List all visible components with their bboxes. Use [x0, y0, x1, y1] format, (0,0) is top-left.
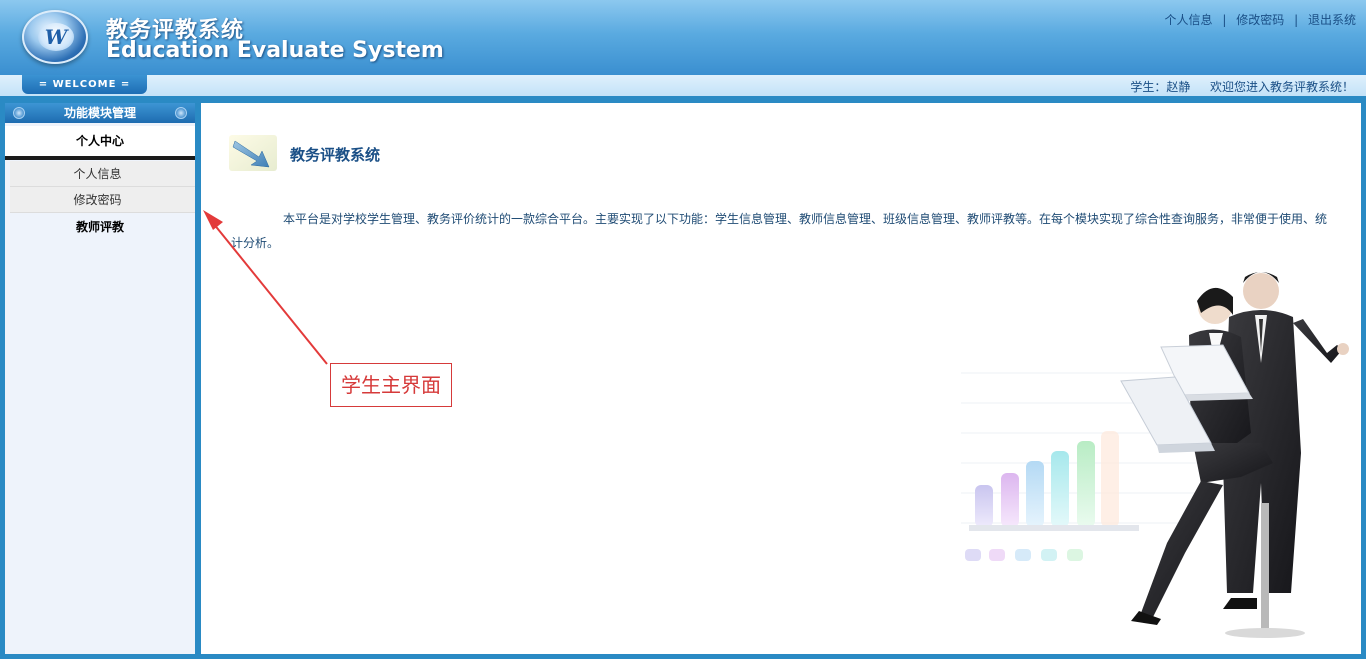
- content-title: 教务评教系统: [290, 146, 381, 164]
- knob-icon: [13, 107, 25, 119]
- sidebar-item-profile[interactable]: 个人信息: [10, 161, 195, 187]
- logo-badge: W: [22, 10, 88, 64]
- welcome-tab: = WELCOME =: [22, 75, 147, 94]
- top-links: 个人信息 | 修改密码 | 退出系统: [1165, 11, 1356, 28]
- sidebar-heading-label: 功能模块管理: [63, 106, 136, 120]
- arrow-icon: [229, 135, 277, 171]
- sidebar-item-change-password[interactable]: 修改密码: [10, 187, 195, 213]
- link-change-password[interactable]: 修改密码: [1236, 13, 1284, 27]
- link-logout[interactable]: 退出系统: [1308, 13, 1356, 27]
- sidebar-group-teacher-evaluation[interactable]: 教师评教: [5, 214, 195, 240]
- link-profile[interactable]: 个人信息: [1165, 13, 1213, 27]
- current-user: 学生：赵静: [1130, 80, 1191, 94]
- sidebar: 功能模块管理 个人中心 个人信息 修改密码 教师评教: [5, 103, 195, 654]
- knob-icon: [175, 107, 187, 119]
- sidebar-group-personal-center[interactable]: 个人中心: [5, 126, 195, 160]
- link-separator: |: [1294, 13, 1299, 27]
- business-people-illustration: [961, 272, 1349, 638]
- link-separator: |: [1222, 13, 1227, 27]
- header: W 教务评教系统 Education Evaluate System 个人信息 …: [0, 0, 1366, 75]
- welcome-bar: = WELCOME = 学生：赵静 欢迎您进入教务评教系统！: [0, 75, 1366, 96]
- annotation-label: 学生主界面: [330, 363, 452, 407]
- welcome-message: 欢迎您进入教务评教系统！: [1209, 80, 1354, 94]
- user-greeting: 学生：赵静 欢迎您进入教务评教系统！: [1130, 78, 1354, 95]
- content-description: 本平台是对学校学生管理、教务评价统计的一款综合平台。主要实现了以下功能：学生信息…: [231, 212, 1328, 250]
- logo-letter: W: [38, 23, 74, 51]
- sidebar-heading: 功能模块管理: [5, 103, 195, 123]
- annotation-arrow-icon: [203, 210, 328, 365]
- app-title-en: Education Evaluate System: [106, 38, 444, 63]
